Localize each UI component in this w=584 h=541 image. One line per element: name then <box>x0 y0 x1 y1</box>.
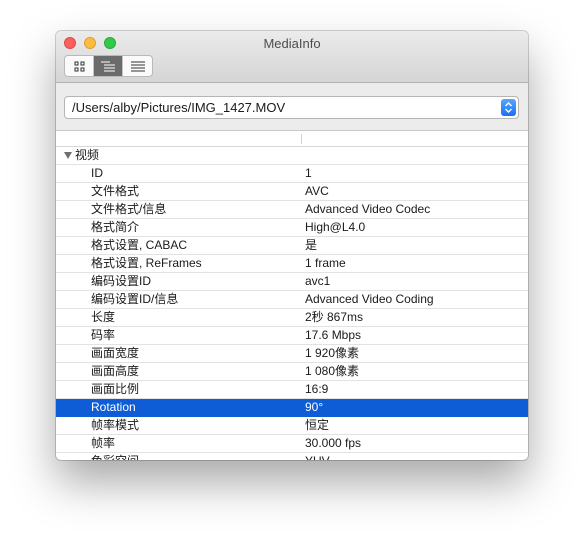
row-key: 画面高度 <box>91 364 140 378</box>
row-value: 1 080像素 <box>305 364 360 378</box>
row-key: 文件格式/信息 <box>91 202 167 216</box>
table-row[interactable]: 格式简介 High@L4.0 <box>56 219 528 237</box>
row-value: High@L4.0 <box>305 220 366 234</box>
table-row[interactable]: ID 1 <box>56 165 528 183</box>
column-divider[interactable] <box>301 134 302 144</box>
titlebar[interactable]: MediaInfo <box>56 31 528 83</box>
row-key: 画面宽度 <box>91 346 140 360</box>
row-key: 色彩空间 <box>91 453 139 460</box>
table-row[interactable]: 格式设置, CABAC 是 <box>56 237 528 255</box>
window-title: MediaInfo <box>263 36 321 51</box>
table-row[interactable]: 帧率模式 恒定 <box>56 417 528 435</box>
table-row[interactable]: 画面比例 16:9 <box>56 381 528 399</box>
plain-list-icon <box>130 61 145 71</box>
table-row[interactable]: 文件格式/信息 Advanced Video Codec <box>56 201 528 219</box>
plain-list-view-button[interactable] <box>123 56 152 76</box>
row-value: 17.6 Mbps <box>305 328 362 342</box>
indented-list-icon <box>101 61 115 71</box>
row-key: 长度 <box>91 310 116 324</box>
row-value: YUV <box>305 453 330 460</box>
table-row[interactable]: Rotation 90° <box>56 399 528 417</box>
row-value: 1 <box>305 166 312 180</box>
row-value: 2秒 867ms <box>305 310 364 324</box>
table-row[interactable]: 色彩空间 YUV <box>56 453 528 460</box>
table-row[interactable]: 长度 2秒 867ms <box>56 309 528 327</box>
grid-view-button[interactable] <box>65 56 94 76</box>
row-key: Rotation <box>91 400 136 414</box>
row-key: ID <box>91 166 103 180</box>
grid-view-icon <box>74 61 84 71</box>
disclosure-triangle-icon[interactable] <box>64 152 72 159</box>
row-key: 帧率 <box>91 436 116 450</box>
row-key: 画面比例 <box>91 382 140 396</box>
media-info-table[interactable]: 视频 ID 1 文件格式 AVC 文件格式/信息 Advanced Video Codec… <box>56 130 528 460</box>
table-row[interactable]: 文件格式 AVC <box>56 183 528 201</box>
mediainfo-window: MediaInfo /Users/alby/Pictures/IMG_1427.… <box>56 31 528 460</box>
table-header[interactable] <box>56 131 528 147</box>
table-rows: ID 1 文件格式 AVC 文件格式/信息 Advanced Video Codec 格式简… <box>56 165 528 460</box>
row-value: Advanced Video Codec <box>305 202 431 216</box>
table-row[interactable]: 编码设置ID/信息 Advanced Video Coding <box>56 291 528 309</box>
table-row[interactable]: 编码设置ID avc1 <box>56 273 528 291</box>
row-key: 格式设置, CABAC <box>91 238 188 252</box>
row-key: 码率 <box>91 328 116 342</box>
row-value: avc1 <box>305 274 331 288</box>
row-key: 格式设置, ReFrames <box>91 256 202 270</box>
file-path-value: /Users/alby/Pictures/IMG_1427.MOV <box>72 100 286 115</box>
row-value: 30.000 fps <box>305 436 362 450</box>
row-value: 16:9 <box>305 382 329 396</box>
popup-stepper-icon[interactable] <box>501 99 516 116</box>
row-value: 是 <box>305 238 318 252</box>
row-value: AVC <box>305 184 329 198</box>
row-key: 文件格式 <box>91 184 140 198</box>
row-value: 90° <box>305 400 324 414</box>
table-row[interactable]: 画面宽度 1 920像素 <box>56 345 528 363</box>
row-key: 格式简介 <box>91 220 140 234</box>
indented-list-view-button[interactable] <box>94 56 123 76</box>
row-key: 编码设置ID/信息 <box>91 292 179 306</box>
file-path-popup[interactable]: /Users/alby/Pictures/IMG_1427.MOV <box>64 96 519 119</box>
row-key: 编码设置ID <box>91 274 152 288</box>
section-row-video[interactable]: 视频 <box>56 147 528 165</box>
row-key: 帧率模式 <box>91 418 140 432</box>
row-value: Advanced Video Coding <box>305 292 434 306</box>
row-value: 1 920像素 <box>305 346 360 360</box>
table-row[interactable]: 码率 17.6 Mbps <box>56 327 528 345</box>
section-label: 视频 <box>75 148 100 162</box>
view-mode-segmented-control[interactable] <box>64 55 153 77</box>
table-row[interactable]: 格式设置, ReFrames 1 frame <box>56 255 528 273</box>
table-row[interactable]: 画面高度 1 080像素 <box>56 363 528 381</box>
row-value: 恒定 <box>305 418 330 432</box>
table-row[interactable]: 帧率 30.000 fps <box>56 435 528 453</box>
row-value: 1 frame <box>305 256 346 270</box>
